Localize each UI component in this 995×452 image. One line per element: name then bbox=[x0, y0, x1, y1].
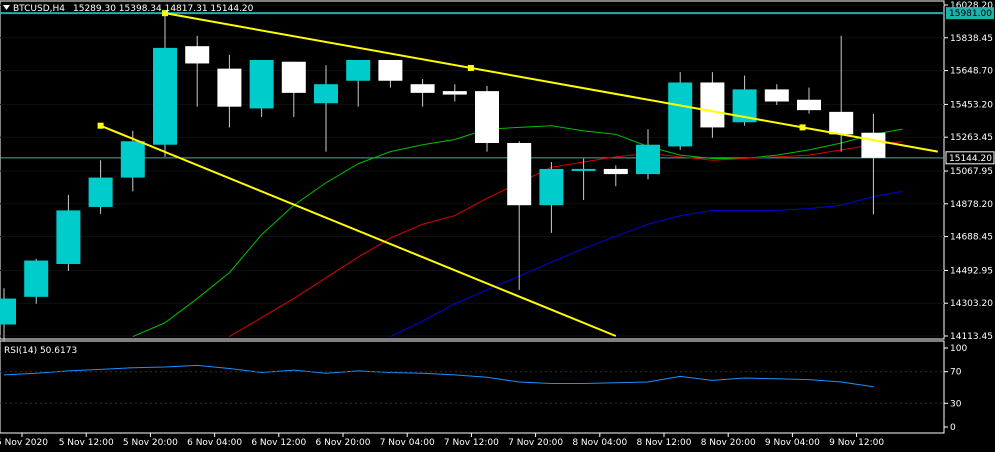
rsi-label: RSI(14) 50.6173 bbox=[4, 346, 77, 356]
chart-svg: 16028.2015838.4515648.7015453.2015263.45… bbox=[0, 0, 995, 452]
y-tick-label: 15067.95 bbox=[950, 167, 993, 177]
trendline-anchor[interactable] bbox=[799, 124, 806, 131]
candle-body-bear bbox=[700, 82, 725, 128]
candle-body-bull bbox=[120, 141, 145, 178]
candle bbox=[668, 72, 693, 150]
y-tick-label: 14878.20 bbox=[950, 200, 993, 210]
x-tick-label: 5 Nov 12:00 bbox=[59, 438, 114, 448]
candle-body-bull bbox=[314, 84, 338, 104]
candle-body-bull bbox=[346, 60, 371, 81]
y-tick-label: 14303.20 bbox=[950, 299, 993, 309]
rsi-tick-label: 70 bbox=[950, 368, 962, 378]
y-tick-label: 15453.20 bbox=[950, 100, 993, 110]
y-tick-label: 14113.45 bbox=[950, 332, 993, 342]
candle-body-bear bbox=[861, 132, 886, 158]
candle-body-bear bbox=[378, 60, 403, 81]
level-price-label: 15981.00 bbox=[946, 7, 994, 20]
current-price-label-text: 15144.20 bbox=[949, 154, 992, 164]
x-tick-label: 5 Nov 20:00 bbox=[123, 438, 178, 448]
candle-body-bull bbox=[571, 168, 596, 171]
y-tick-label: 15648.70 bbox=[950, 67, 993, 77]
ohlc-readout: 15289.30 15398.34 14817.31 15144.20 bbox=[73, 4, 254, 14]
trendline-anchor[interactable] bbox=[467, 64, 474, 71]
candle-body-bull bbox=[668, 82, 693, 147]
trendline-anchor[interactable] bbox=[97, 122, 104, 129]
chart-background bbox=[0, 0, 995, 452]
x-tick-label: 7 Nov 04:00 bbox=[380, 438, 435, 448]
candle-body-bull bbox=[88, 177, 113, 207]
candle-body-bear bbox=[829, 111, 854, 135]
candle-body-bear bbox=[442, 91, 467, 95]
x-tick-label: 8 Nov 12:00 bbox=[637, 438, 692, 448]
candle-body-bull bbox=[636, 144, 660, 175]
candle-body-bear bbox=[603, 168, 628, 175]
x-tick-label: 6 Nov 20:00 bbox=[316, 438, 371, 448]
candle-body-bull bbox=[56, 210, 81, 264]
rsi-tick-label: 30 bbox=[950, 399, 962, 409]
x-tick-label: 6 Nov 04:00 bbox=[187, 438, 242, 448]
level-price-label-text: 15981.00 bbox=[949, 9, 992, 19]
y-tick-label: 15263.45 bbox=[950, 133, 993, 143]
candle-body-bear bbox=[185, 46, 210, 64]
candle-body-bear bbox=[797, 99, 821, 111]
candle-body-bear bbox=[410, 84, 435, 93]
y-tick-label: 15838.45 bbox=[950, 34, 993, 44]
symbol-label: BTCUSD,H4 bbox=[13, 4, 65, 14]
x-tick-label: 7 Nov 12:00 bbox=[444, 438, 499, 448]
rsi-tick-label: 100 bbox=[950, 344, 967, 354]
y-tick-label: 14688.45 bbox=[950, 233, 993, 243]
x-tick-label: 7 Nov 20:00 bbox=[508, 438, 563, 448]
candle-body-bear bbox=[507, 142, 532, 206]
x-tick-label: 6 Nov 12:00 bbox=[251, 438, 306, 448]
candle-body-bear bbox=[281, 61, 306, 93]
candle-body-bull bbox=[539, 168, 564, 206]
x-tick-label: 8 Nov 04:00 bbox=[572, 438, 627, 448]
x-tick-label: 5 Nov 2020 bbox=[0, 438, 48, 448]
candle-body-bull bbox=[0, 298, 16, 325]
candle-body-bear bbox=[764, 89, 789, 102]
x-tick-label: 8 Nov 20:00 bbox=[701, 438, 756, 448]
y-tick-label: 14492.95 bbox=[950, 266, 993, 276]
rsi-tick-label: 0 bbox=[950, 423, 956, 433]
candle-body-bear bbox=[217, 68, 242, 107]
candle bbox=[475, 85, 499, 152]
candle-body-bull bbox=[249, 60, 274, 109]
candle-body-bull bbox=[153, 47, 177, 145]
candle-body-bear bbox=[475, 91, 499, 143]
current-price-label: 15144.20 bbox=[945, 151, 995, 165]
candle-body-bull bbox=[24, 260, 49, 297]
x-tick-label: 9 Nov 12:00 bbox=[829, 438, 884, 448]
x-tick-label: 9 Nov 04:00 bbox=[765, 438, 820, 448]
